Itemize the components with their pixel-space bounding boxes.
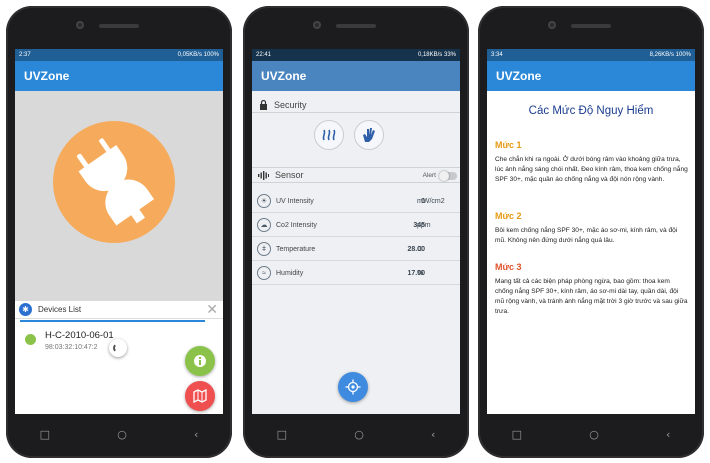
page-title: Các Mức Độ Nguy Hiểm	[528, 105, 654, 117]
level-3-description: Mang tất cả các biện pháp phòng ngừa, ba…	[495, 278, 688, 315]
level-1-description: Che chắn khi ra ngoài. Ở dưới bóng râm v…	[495, 156, 688, 183]
speaker-grille	[336, 24, 376, 28]
device-name: H-C-2010-06-01	[45, 330, 114, 341]
security-label: Security	[274, 99, 307, 110]
front-camera	[548, 21, 556, 29]
level-2-heading: Mức 2	[495, 211, 522, 221]
uv-icon: ☀	[257, 194, 271, 208]
app-screenshot-collage: 2:37 0,05KB/s 100% UVZone ✱ Devices List…	[0, 0, 710, 463]
status-network-speed: 0,18KB/s	[417, 52, 443, 58]
security-section-header: Security	[252, 97, 460, 113]
screen: 2:37 0,05KB/s 100% UVZone ✱ Devices List…	[15, 49, 223, 414]
system-nav-bar: □ ○ ‹	[478, 422, 704, 446]
map-fab-button[interactable]	[185, 381, 215, 411]
home-button[interactable]: ○	[354, 428, 364, 441]
app-bar-title: UVZone	[252, 61, 460, 91]
front-camera	[76, 21, 84, 29]
hand-button[interactable]	[354, 120, 384, 150]
metric-label: UV Intensity	[276, 197, 314, 205]
status-dot	[25, 334, 36, 345]
hand-icon	[363, 128, 375, 142]
alert-label: Alert	[422, 171, 436, 179]
system-nav-bar: □ ○ ‹	[6, 422, 232, 446]
list-item[interactable]: H-C-2010-06-01 98:03:32:10:47:2	[23, 330, 213, 357]
divider	[20, 320, 205, 322]
system-nav-bar: □ ○ ‹	[243, 422, 469, 446]
speaker-grille	[99, 24, 139, 28]
heat-button[interactable]	[314, 120, 344, 150]
phone-danger-levels: 3:34 8,26KB/s 100% UVZone Các Mức Độ Ngu…	[478, 6, 704, 458]
devices-list-header: ✱ Devices List ✕	[15, 301, 223, 319]
loading-spinner	[109, 339, 127, 357]
back-button[interactable]: ‹	[666, 428, 670, 441]
app-bar-title: UVZone	[487, 61, 695, 91]
lock-icon	[260, 99, 267, 110]
status-time: 2:37	[19, 52, 31, 58]
thermometer-icon: ǂ	[257, 242, 271, 256]
home-button[interactable]: ○	[117, 428, 127, 441]
phone-device-list: 2:37 0,05KB/s 100% UVZone ✱ Devices List…	[6, 6, 232, 458]
status-bar: 22:41 0,18KB/s 33%	[252, 49, 460, 61]
metric-row-humidity: ≈ Humidity 17.00 %	[252, 262, 460, 285]
info-fab-button[interactable]	[185, 346, 215, 376]
co2-icon: ☁	[257, 218, 271, 232]
home-button[interactable]: ○	[589, 428, 599, 441]
back-button[interactable]: ‹	[431, 428, 435, 441]
app-bar-title: UVZone	[15, 61, 223, 91]
devices-list-title: Devices List	[38, 305, 82, 314]
status-network-speed: 8,26KB/s	[649, 52, 674, 58]
sensor-label: Sensor	[275, 170, 304, 180]
bluetooth-icon: ✱	[19, 303, 32, 316]
status-battery: 33%	[443, 52, 456, 58]
screen: 22:41 0,18KB/s 33% UVZone Security Senso…	[252, 49, 460, 414]
sensor-section-header: Sensor Alert	[252, 167, 460, 183]
alert-toggle[interactable]	[439, 171, 457, 181]
metric-label: Co2 Intensity	[276, 221, 317, 229]
metric-row-co2: ☁ Co2 Intensity 345 ppm	[252, 214, 460, 237]
metric-row-temperature: ǂ Temperature 28.00 C	[252, 238, 460, 261]
status-time: 3:34	[491, 52, 503, 58]
info-icon	[194, 355, 206, 367]
metric-label: Humidity	[276, 269, 304, 277]
metric-unit: C	[417, 245, 423, 253]
recents-button[interactable]: □	[277, 428, 287, 441]
map-icon	[193, 389, 207, 403]
status-bar: 3:34 8,26KB/s 100%	[487, 49, 695, 61]
gps-icon	[345, 379, 361, 395]
connection-hero	[15, 91, 223, 301]
back-button[interactable]: ‹	[194, 428, 198, 441]
locate-fab-button[interactable]	[338, 372, 368, 402]
metric-unit: ppm	[417, 221, 431, 229]
level-1-heading: Mức 1	[495, 140, 522, 150]
signal-icon	[258, 170, 269, 180]
status-time: 22:41	[256, 52, 272, 58]
status-battery: 100%	[675, 52, 691, 58]
status-network-speed: 0,05KB/s	[177, 52, 202, 58]
close-icon[interactable]: ✕	[206, 302, 218, 318]
plug-disconnected-icon	[53, 121, 175, 243]
recents-button[interactable]: □	[512, 428, 522, 441]
metric-unit: %	[417, 269, 424, 277]
speaker-grille	[571, 24, 611, 28]
front-camera	[313, 21, 321, 29]
metric-unit: mW/cm2	[417, 197, 445, 205]
metric-row-uv: ☀ UV Intensity 0 mW/cm2	[252, 190, 460, 213]
recents-button[interactable]: □	[40, 428, 50, 441]
level-2-description: Bôi kem chống nắng SPF 30+, mặc áo sơ-mi…	[495, 227, 678, 244]
heat-icon	[322, 129, 336, 141]
device-mac: 98:03:32:10:47:2	[45, 344, 98, 351]
phone-sensor-dashboard: 22:41 0,18KB/s 33% UVZone Security Senso…	[243, 6, 469, 458]
status-battery: 100%	[203, 52, 219, 58]
screen: 3:34 8,26KB/s 100% UVZone Các Mức Độ Ngu…	[487, 49, 695, 414]
humidity-icon: ≈	[257, 266, 271, 280]
level-3-heading: Mức 3	[495, 262, 522, 272]
status-bar: 2:37 0,05KB/s 100%	[15, 49, 223, 61]
metric-label: Temperature	[276, 245, 316, 253]
